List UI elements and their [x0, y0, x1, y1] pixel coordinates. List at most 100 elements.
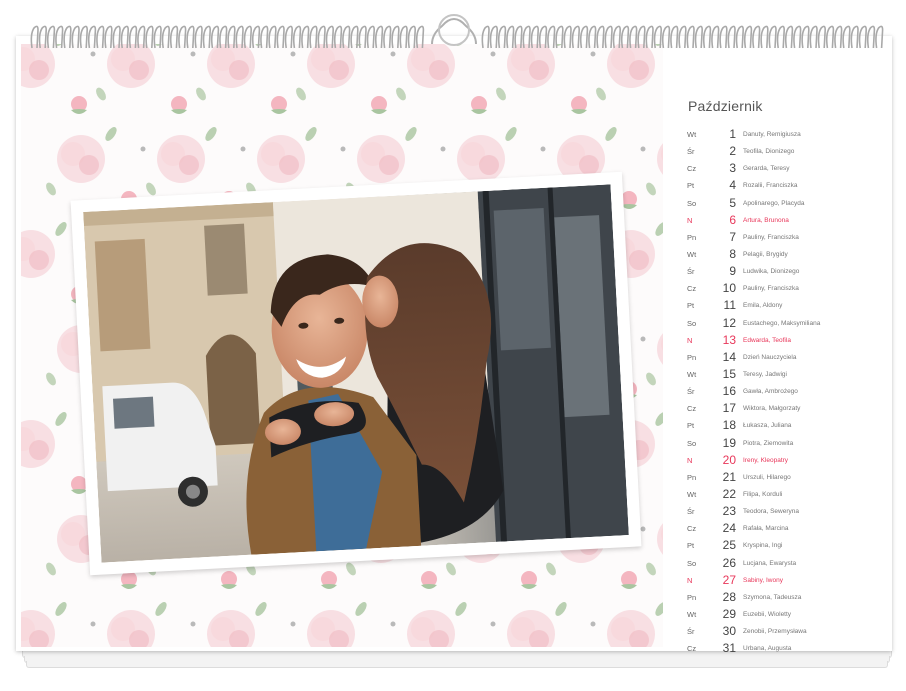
name-day: Ireny, Kleopatry	[743, 456, 789, 464]
day-number: 16	[722, 384, 736, 399]
spiral-loop	[87, 25, 97, 49]
day-number: 2	[729, 144, 736, 159]
name-day: Pelagii, Brygidy	[743, 250, 788, 258]
name-day: Danuty, Remigiusza	[743, 131, 801, 138]
day-of-week: Wt	[687, 609, 697, 619]
day-number: 1	[729, 127, 736, 141]
dot-icon	[290, 621, 296, 627]
rose-icon	[607, 610, 655, 647]
day-row: Wt 29 Euzebii, Wioletty	[684, 606, 894, 623]
day-row: Pt 11 Emila, Aldony	[684, 297, 894, 314]
spiral-loop	[629, 25, 638, 49]
name-day: Teodora, Seweryna	[743, 508, 800, 516]
day-row: Śr 9 Ludwika, Dionizego	[684, 263, 894, 280]
photo-frame	[70, 171, 642, 576]
leaf-icon	[605, 127, 617, 141]
day-number: 29	[722, 606, 736, 621]
name-day: Szymona, Tadeusza	[743, 593, 802, 601]
spiral-loop	[530, 25, 540, 49]
spiral-loop	[96, 25, 105, 49]
name-day: Teofila, Dionizego	[743, 148, 795, 156]
leaf-icon	[46, 372, 56, 386]
bud-icon	[171, 96, 187, 114]
spiral-loop	[333, 25, 343, 49]
page-stack-edge	[26, 661, 888, 668]
day-of-week: Pt	[687, 181, 695, 191]
day-number: 18	[722, 418, 736, 433]
day-of-week: Pn	[687, 232, 697, 242]
leaf-icon	[496, 87, 506, 101]
spiral-loop	[686, 25, 695, 49]
spiral-loop	[227, 25, 236, 49]
spiral-loop	[596, 25, 605, 49]
spiral-loop	[711, 25, 720, 49]
day-of-week: Pn	[687, 352, 697, 362]
day-row: So 12 Eustachego, Maksymiliana	[684, 315, 894, 332]
day-of-week: Śr	[687, 507, 695, 517]
spiral-loop	[120, 25, 130, 49]
day-row: N 13 Edwarda, Teofila	[684, 332, 894, 349]
leaf-icon	[196, 87, 206, 101]
spiral-loop	[292, 25, 302, 49]
day-row: Wt 1 Danuty, Remigiusza	[684, 126, 894, 143]
bud-icon	[321, 571, 337, 589]
leaf-icon	[546, 562, 556, 576]
spiral-loop	[169, 25, 179, 49]
spiral-loop	[842, 25, 851, 49]
dot-icon	[190, 621, 196, 627]
rose-icon	[657, 523, 663, 555]
day-number: 20	[722, 452, 736, 467]
leaf-icon	[646, 182, 656, 196]
day-of-week: Pt	[687, 301, 695, 311]
day-number: 27	[722, 572, 736, 587]
spiral-loop	[702, 25, 712, 49]
day-of-week: Wt	[687, 130, 697, 139]
spiral-loop	[809, 25, 818, 49]
spiral-loop	[588, 25, 597, 49]
spiral-loop	[522, 25, 531, 49]
rose-icon	[357, 135, 405, 183]
spiral-loop	[825, 25, 835, 49]
dot-icon	[490, 621, 496, 627]
days-list: Wt 1 Danuty, Remigiusza Śr 2 Teofila, Dionize…	[684, 126, 894, 657]
day-of-week: N	[687, 335, 693, 345]
spiral-loop	[850, 25, 859, 49]
day-of-week: So	[687, 438, 697, 448]
day-number: 5	[729, 195, 736, 210]
day-number: 10	[722, 281, 736, 296]
day-row: N 6 Artura, Brunona	[684, 212, 894, 229]
spiral-loop	[137, 25, 146, 49]
rose-icon	[157, 135, 205, 183]
day-of-week: Pt	[687, 541, 695, 551]
day-of-week: N	[687, 575, 693, 585]
day-number: 12	[722, 315, 736, 330]
name-day: Rozalii, Franciszka	[743, 182, 798, 190]
dot-icon	[90, 621, 96, 627]
dot-icon	[240, 146, 246, 152]
spiral-loop	[563, 25, 572, 49]
spiral-loop	[383, 25, 392, 49]
spiral-loop	[571, 25, 581, 49]
day-of-week: Śr	[687, 147, 695, 157]
day-row: N 27 Sabiny, Iwony	[684, 572, 894, 589]
spiral-loop	[79, 25, 89, 49]
spiral-loop	[415, 25, 425, 49]
day-number: 26	[722, 555, 736, 570]
month-title: Październik	[688, 98, 763, 114]
spiral-loop	[760, 25, 769, 49]
couple-photo	[83, 184, 629, 563]
dot-icon	[440, 146, 446, 152]
dot-icon	[390, 621, 396, 627]
leaf-icon	[505, 127, 517, 141]
day-number: 13	[722, 332, 736, 347]
dot-icon	[140, 146, 146, 152]
leaf-icon	[305, 127, 317, 141]
spiral-loop	[579, 25, 589, 49]
day-of-week: Śr	[687, 387, 695, 397]
name-day: Eustachego, Maksymiliana	[743, 319, 821, 327]
spiral-loop	[301, 25, 310, 49]
leaf-icon	[55, 412, 67, 426]
rose-icon	[507, 610, 555, 647]
leaf-icon	[346, 562, 356, 576]
spiral-loop	[63, 25, 72, 49]
